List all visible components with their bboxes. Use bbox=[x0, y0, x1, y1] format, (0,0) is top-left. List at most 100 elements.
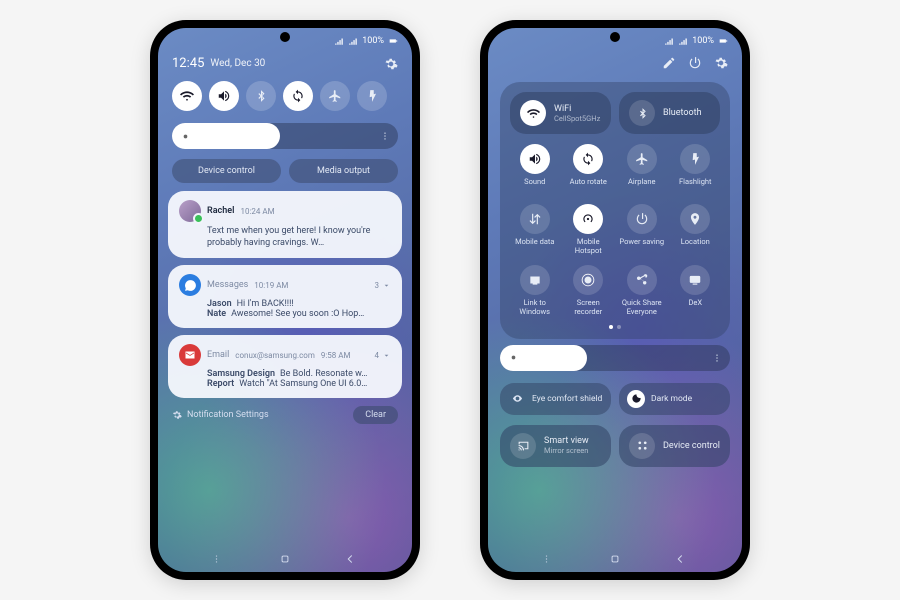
device-control-button[interactable]: Device control bbox=[172, 159, 281, 183]
settings-icon[interactable] bbox=[384, 57, 398, 71]
notification-from: conux@samsung.com bbox=[235, 351, 315, 360]
qs-airplane-toggle[interactable] bbox=[320, 81, 350, 111]
notification-settings-link[interactable]: Notification Settings bbox=[187, 410, 269, 420]
qs-tile-flashlight[interactable]: Flashlight bbox=[671, 142, 721, 196]
signal-icon bbox=[334, 36, 344, 46]
qs-tile-label: Airplane bbox=[628, 178, 656, 194]
notification-sender: Rachel bbox=[207, 206, 234, 216]
message-preview: Hi I'm BACK!!!! bbox=[237, 299, 294, 309]
navigation-bar bbox=[488, 552, 742, 566]
more-icon[interactable] bbox=[712, 353, 722, 363]
notification-app-label: Messages bbox=[207, 280, 248, 290]
dex-icon bbox=[680, 265, 710, 295]
phone-left-notification-panel: 100% 12:45 Wed, Dec 30 Device control Me… bbox=[150, 20, 420, 580]
battery-icon bbox=[718, 36, 728, 46]
brightness-slider[interactable] bbox=[172, 123, 398, 149]
more-icon[interactable] bbox=[380, 131, 390, 141]
eye-comfort-toggle[interactable]: Eye comfort shield bbox=[500, 383, 611, 415]
qs-tile-auto-rotate[interactable]: Auto rotate bbox=[564, 142, 614, 196]
notification-count: 4 bbox=[375, 351, 380, 360]
navigation-bar bbox=[158, 552, 412, 566]
media-output-button[interactable]: Media output bbox=[289, 159, 398, 183]
message-sender: Nate bbox=[207, 309, 226, 319]
messages-app-icon bbox=[179, 274, 201, 296]
gear-icon[interactable] bbox=[172, 410, 182, 420]
smart-view-button[interactable]: Smart viewMirror screen bbox=[500, 425, 611, 467]
link-icon bbox=[520, 265, 550, 295]
phone-right-quick-settings: 100% WiFiCellSpot5GHz Bluetooth SoundAut… bbox=[480, 20, 750, 580]
avatar bbox=[179, 200, 201, 222]
qs-wifi-tile[interactable]: WiFiCellSpot5GHz bbox=[510, 92, 611, 134]
flashlight-icon bbox=[680, 144, 710, 174]
qs-rotate-toggle[interactable] bbox=[283, 81, 313, 111]
chevron-down-icon[interactable] bbox=[382, 351, 391, 360]
cast-icon bbox=[510, 433, 536, 459]
recents-button[interactable] bbox=[543, 552, 557, 566]
qs-tile-airplane[interactable]: Airplane bbox=[617, 142, 667, 196]
qs-tile-screen-recorder[interactable]: Screen recorder bbox=[564, 263, 614, 318]
notification-timestamp: 10:24 AM bbox=[240, 207, 274, 216]
notification-card[interactable]: Email conux@samsung.com 9:58 AM 4 Samsun… bbox=[168, 335, 402, 398]
recents-button[interactable] bbox=[213, 552, 227, 566]
airplane-icon bbox=[627, 144, 657, 174]
qs-tile-sound[interactable]: Sound bbox=[510, 142, 560, 196]
eye-comfort-label: Eye comfort shield bbox=[532, 394, 602, 404]
qs-tile-label: Mobile data bbox=[515, 238, 554, 254]
qs-sound-toggle[interactable] bbox=[209, 81, 239, 111]
signal-icon bbox=[678, 36, 688, 46]
chevron-down-icon[interactable] bbox=[382, 281, 391, 290]
battery-icon bbox=[388, 36, 398, 46]
volume-icon bbox=[520, 144, 550, 174]
smart-view-sub: Mirror screen bbox=[544, 446, 589, 455]
notification-card[interactable]: Messages 10:19 AM 3 JasonHi I'm BACK!!!!… bbox=[168, 265, 402, 328]
qs-tile-location[interactable]: Location bbox=[671, 202, 721, 257]
qs-wifi-toggle[interactable] bbox=[172, 81, 202, 111]
notification-body: Text me when you get here! I know you're… bbox=[207, 225, 391, 249]
home-button[interactable] bbox=[278, 552, 292, 566]
qs-tile-dex[interactable]: DeX bbox=[671, 263, 721, 318]
power-icon bbox=[627, 204, 657, 234]
eye-icon bbox=[508, 390, 526, 408]
home-button[interactable] bbox=[608, 552, 622, 566]
qs-flashlight-toggle[interactable] bbox=[357, 81, 387, 111]
email-subject: Be Bold. Resonate w… bbox=[280, 369, 367, 379]
qs-wifi-label: WiFi bbox=[554, 104, 600, 114]
quick-settings-grid: WiFiCellSpot5GHz Bluetooth Sound Auto rot… bbox=[500, 82, 730, 339]
signal-icon bbox=[664, 36, 674, 46]
qs-tile-link-to-windows[interactable]: Link to Windows bbox=[510, 263, 560, 318]
brightness-slider[interactable] bbox=[500, 345, 730, 371]
notification-app-label: Email bbox=[207, 350, 229, 360]
message-preview: Awesome! See you soon :O Hop… bbox=[231, 309, 364, 319]
back-button[interactable] bbox=[343, 552, 357, 566]
qs-tile-mobile-hotspot[interactable]: Mobile Hotspot bbox=[564, 202, 614, 257]
dark-mode-toggle[interactable]: Dark mode bbox=[619, 383, 730, 415]
edit-icon[interactable] bbox=[662, 56, 676, 70]
qs-tile-mobile-data[interactable]: Mobile data bbox=[510, 202, 560, 257]
battery-text: 100% bbox=[362, 36, 384, 46]
qs-tile-quick-share-everyone[interactable]: Quick Share Everyone bbox=[617, 263, 667, 318]
quick-settings-row bbox=[158, 77, 412, 115]
device-control-label: Device control bbox=[663, 441, 720, 451]
smart-view-label: Smart view bbox=[544, 436, 589, 446]
moon-icon bbox=[627, 390, 645, 408]
email-sender: Report bbox=[207, 379, 234, 389]
location-icon bbox=[680, 204, 710, 234]
qs-tile-power-saving[interactable]: Power saving bbox=[617, 202, 667, 257]
device-control-button[interactable]: Device control bbox=[619, 425, 730, 467]
back-button[interactable] bbox=[673, 552, 687, 566]
grid-icon bbox=[629, 433, 655, 459]
page-indicator bbox=[506, 319, 724, 329]
qs-tile-label: Auto rotate bbox=[570, 178, 607, 194]
wifi-icon bbox=[520, 100, 546, 126]
qs-bluetooth-toggle[interactable] bbox=[246, 81, 276, 111]
notification-card[interactable]: Rachel 10:24 AM Text me when you get her… bbox=[168, 191, 402, 258]
notification-timestamp: 10:19 AM bbox=[254, 281, 288, 290]
camera-cutout bbox=[280, 32, 290, 42]
clear-button[interactable]: Clear bbox=[353, 406, 398, 424]
dark-mode-label: Dark mode bbox=[651, 394, 692, 404]
settings-icon[interactable] bbox=[714, 56, 728, 70]
power-icon[interactable] bbox=[688, 56, 702, 70]
qs-bluetooth-tile[interactable]: Bluetooth bbox=[619, 92, 720, 134]
qs-tile-label: DeX bbox=[688, 299, 702, 315]
email-sender: Samsung Design bbox=[207, 369, 275, 379]
